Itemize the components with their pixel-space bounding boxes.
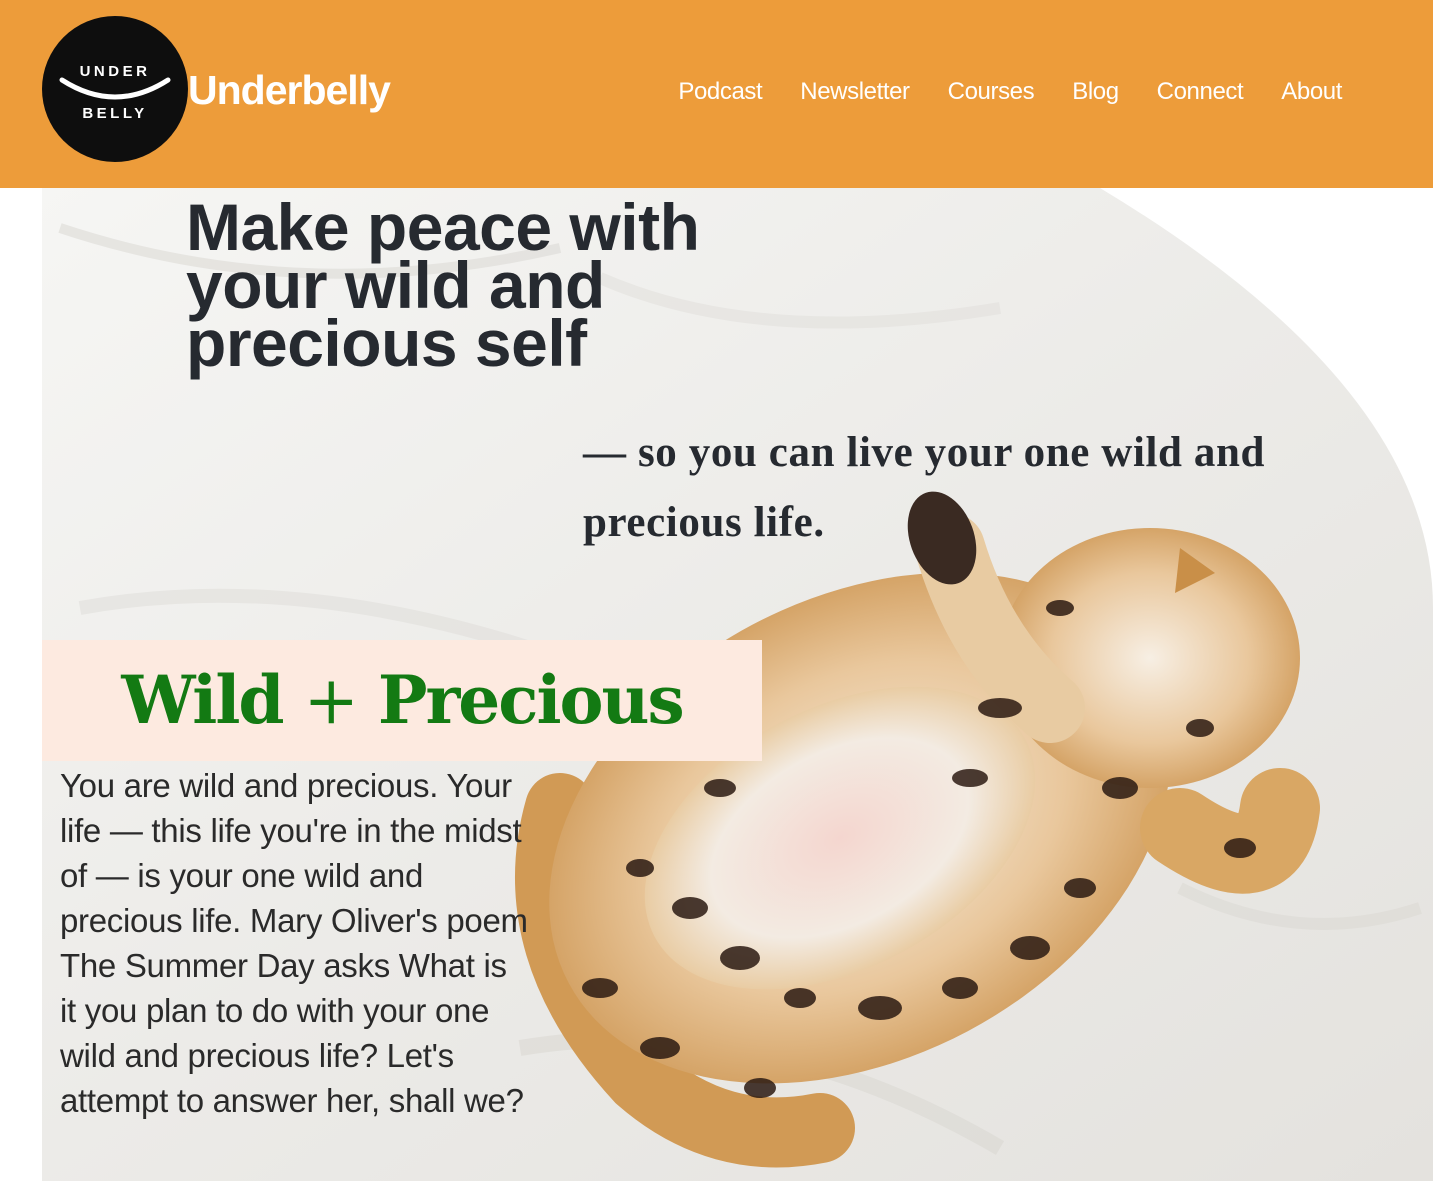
nav-courses[interactable]: Courses	[948, 78, 1035, 107]
nav-newsletter[interactable]: Newsletter	[800, 78, 910, 107]
logo-link[interactable]: UNDER BELLY	[42, 16, 188, 162]
intro-paragraph: You are wild and precious. Your life — t…	[60, 767, 528, 1119]
page: UNDER BELLY Underbelly Podcast Newslette…	[0, 0, 1433, 1181]
hero-headline: Make peace with your wild and precious s…	[186, 190, 700, 380]
nav-about[interactable]: About	[1281, 78, 1342, 107]
nav-podcast[interactable]: Podcast	[678, 78, 762, 107]
underbelly-logo: UNDER BELLY	[42, 16, 188, 162]
section-title: Wild + Precious	[42, 640, 762, 761]
hero-tagline: — so you can live your one wild and prec…	[583, 429, 1266, 546]
logo-text-top: UNDER	[80, 63, 151, 80]
section-title-precious: Precious	[377, 661, 685, 739]
section-title-plus: +	[303, 662, 359, 739]
logo-text-bottom: BELLY	[82, 105, 147, 122]
main-nav: Podcast Newsletter Courses Blog Connect …	[678, 78, 1342, 107]
brand-name[interactable]: Underbelly	[188, 70, 391, 111]
section-title-banner: Wild + Precious	[42, 640, 762, 761]
nav-connect[interactable]: Connect	[1157, 78, 1244, 107]
hero-section: Make peace with your wild and precious s…	[0, 188, 1433, 1181]
site-header: UNDER BELLY Underbelly Podcast Newslette…	[0, 0, 1433, 188]
section-title-wild: Wild	[121, 661, 284, 739]
nav-blog[interactable]: Blog	[1072, 78, 1119, 107]
